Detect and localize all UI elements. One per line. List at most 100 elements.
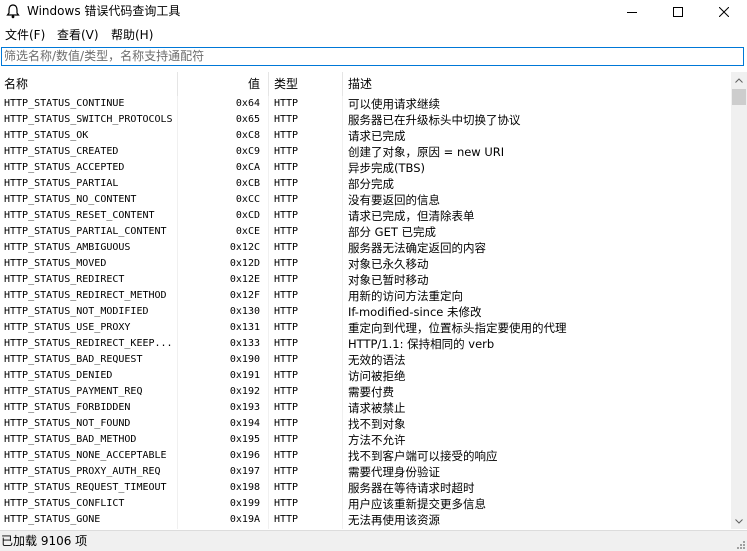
table-row[interactable]: HTTP_STATUS_NO_CONTENT 0xCC HTTP 没有要返回的信息	[0, 192, 731, 208]
cell-description: 请求已完成，但清除表单	[348, 209, 475, 223]
table-row[interactable]: HTTP_STATUS_CONFLICT 0x199 HTTP 用户应该重新提交更多信…	[0, 496, 731, 512]
table-row[interactable]: HTTP_STATUS_ACCEPTED 0xCA HTTP 异步完成(TBS)	[0, 160, 731, 176]
cell-type: HTTP	[274, 370, 299, 381]
cell-description: 用户应该重新提交更多信息	[348, 497, 486, 511]
table-row[interactable]: HTTP_STATUS_PARTIAL 0xCB HTTP 部分完成	[0, 176, 731, 192]
table-row[interactable]: HTTP_STATUS_NOT_FOUND 0x194 HTTP 找不到对象	[0, 416, 731, 432]
cell-type: HTTP	[274, 514, 299, 525]
cell-description: 重定向到代理，位置标头指定要使用的代理	[348, 321, 567, 335]
cell-name: HTTP_STATUS_PROXY_AUTH_REQ	[4, 466, 161, 477]
cell-type: HTTP	[274, 290, 299, 301]
column-header-name[interactable]: 名称	[4, 72, 28, 96]
cell-type: HTTP	[274, 98, 299, 109]
cell-description: 找不到客户端可以接受的响应	[348, 449, 498, 463]
table-row[interactable]: HTTP_STATUS_REDIRECT_KEEP... 0x133 HTTP HTT…	[0, 336, 731, 352]
cell-name: HTTP_STATUS_ACCEPTED	[4, 162, 125, 173]
menu-bar: 文件(F) 查看(V) 帮助(H)	[0, 25, 747, 46]
cell-description: 访问被拒绝	[348, 369, 406, 383]
table-row[interactable]: HTTP_STATUS_CONTINUE 0x64 HTTP 可以使用请求继续	[0, 96, 731, 112]
table-row[interactable]: HTTP_STATUS_REDIRECT_METHOD 0x12F HTTP 用新的访…	[0, 288, 731, 304]
cell-description: 需要付费	[348, 385, 394, 399]
cell-description: HTTP/1.1: 保持相同的 verb	[348, 337, 495, 351]
table-row[interactable]: HTTP_STATUS_AMBIGUOUS 0x12C HTTP 服务器无法确定返回的…	[0, 240, 731, 256]
table-row[interactable]: HTTP_STATUS_SWITCH_PROTOCOLS 0x65 HTTP 服务器已…	[0, 112, 731, 128]
scroll-up-button[interactable]	[731, 72, 747, 88]
menu-file[interactable]: 文件(F)	[5, 27, 45, 43]
resize-grip-icon[interactable]	[735, 539, 745, 549]
minimize-icon	[627, 12, 637, 13]
cell-type: HTTP	[274, 178, 299, 189]
cell-value: 0xCC	[235, 194, 260, 205]
table-row[interactable]: HTTP_STATUS_NOT_MODIFIED 0x130 HTTP If-modi…	[0, 304, 731, 320]
status-bar: 已加载 9106 项	[0, 530, 747, 551]
cell-value: 0x197	[229, 466, 260, 477]
cell-description: 没有要返回的信息	[348, 193, 440, 207]
cell-type: HTTP	[274, 306, 299, 317]
cell-name: HTTP_STATUS_NOT_MODIFIED	[4, 306, 149, 317]
cell-name: HTTP_STATUS_PARTIAL	[4, 178, 119, 189]
cell-type: HTTP	[274, 114, 299, 125]
cell-type: HTTP	[274, 322, 299, 333]
cell-type: HTTP	[274, 418, 299, 429]
filter-input[interactable]	[2, 48, 734, 64]
table-row[interactable]: HTTP_STATUS_MOVED 0x12D HTTP 对象已永久移动	[0, 256, 731, 272]
cell-name: HTTP_STATUS_REDIRECT_KEEP...	[4, 338, 173, 349]
column-header-type[interactable]: 类型	[274, 72, 298, 96]
cell-value: 0x199	[229, 498, 260, 509]
minimize-button[interactable]	[609, 0, 655, 24]
cell-type: HTTP	[274, 354, 299, 365]
cell-value: 0x12E	[229, 274, 260, 285]
cell-name: HTTP_STATUS_DENIED	[4, 370, 113, 381]
table-row[interactable]: HTTP_STATUS_OK 0xC8 HTTP 请求已完成	[0, 128, 731, 144]
cell-value: 0x19A	[229, 514, 260, 525]
table-row[interactable]: HTTP_STATUS_RESET_CONTENT 0xCD HTTP 请求已完成，但…	[0, 208, 731, 224]
menu-view[interactable]: 查看(V)	[57, 27, 99, 43]
column-header-description[interactable]: 描述	[348, 72, 372, 96]
table-row[interactable]: HTTP_STATUS_GONE 0x19A HTTP 无法再使用该资源	[0, 512, 731, 528]
maximize-button[interactable]	[655, 0, 701, 24]
column-divider[interactable]	[268, 72, 269, 96]
cell-description: 请求已完成	[348, 129, 406, 143]
cell-value: 0x192	[229, 386, 260, 397]
table-row[interactable]: HTTP_STATUS_NONE_ACCEPTABLE 0x196 HTTP 找不到客…	[0, 448, 731, 464]
cell-type: HTTP	[274, 242, 299, 253]
table-row[interactable]: HTTP_STATUS_CREATED 0xC9 HTTP 创建了对象，原因 = ne…	[0, 144, 731, 160]
table-row[interactable]: HTTP_STATUS_BAD_REQUEST 0x190 HTTP 无效的语法	[0, 352, 731, 368]
table-row[interactable]: HTTP_STATUS_PROXY_AUTH_REQ 0x197 HTTP 需要代理身…	[0, 464, 731, 480]
error-code-table: 名称 值 类型 描述 HTTP_STATUS_CONTINUE 0x64 HTTP 可…	[0, 72, 731, 529]
column-header-value[interactable]: 值	[180, 72, 260, 96]
table-row[interactable]: HTTP_STATUS_PARTIAL_CONTENT 0xCE HTTP 部分 GE…	[0, 224, 731, 240]
column-divider[interactable]	[342, 72, 343, 96]
table-row[interactable]: HTTP_STATUS_USE_PROXY 0x131 HTTP 重定向到代理，位置标…	[0, 320, 731, 336]
scrollbar-thumb[interactable]	[732, 89, 746, 105]
cell-type: HTTP	[274, 274, 299, 285]
cell-description: If-modified-since 未修改	[348, 305, 482, 319]
cell-type: HTTP	[274, 338, 299, 349]
cell-value: 0x12D	[229, 258, 260, 269]
chevron-up-icon	[735, 77, 743, 83]
cell-name: HTTP_STATUS_NONE_ACCEPTABLE	[4, 450, 167, 461]
cell-value: 0xCD	[235, 210, 260, 221]
menu-help[interactable]: 帮助(H)	[111, 27, 153, 43]
cell-value: 0x196	[229, 450, 260, 461]
cell-type: HTTP	[274, 402, 299, 413]
vertical-scrollbar[interactable]	[731, 72, 747, 529]
close-button[interactable]	[701, 0, 747, 24]
cell-name: HTTP_STATUS_RESET_CONTENT	[4, 210, 155, 221]
cell-name: HTTP_STATUS_REQUEST_TIMEOUT	[4, 482, 167, 493]
cell-type: HTTP	[274, 450, 299, 461]
table-row[interactable]: HTTP_STATUS_FORBIDDEN 0x193 HTTP 请求被禁止	[0, 400, 731, 416]
cell-name: HTTP_STATUS_CONFLICT	[4, 498, 125, 509]
cell-type: HTTP	[274, 466, 299, 477]
cell-description: 无效的语法	[348, 353, 406, 367]
scroll-down-button[interactable]	[731, 513, 747, 529]
table-row[interactable]: HTTP_STATUS_REDIRECT 0x12E HTTP 对象已暂时移动	[0, 272, 731, 288]
table-row[interactable]: HTTP_STATUS_BAD_METHOD 0x195 HTTP 方法不允许	[0, 432, 731, 448]
table-row[interactable]: HTTP_STATUS_REQUEST_TIMEOUT 0x198 HTTP 服务器在…	[0, 480, 731, 496]
title-bar[interactable]: Windows 错误代码查询工具	[0, 0, 747, 24]
table-row[interactable]: HTTP_STATUS_PAYMENT_REQ 0x192 HTTP 需要付费	[0, 384, 731, 400]
column-divider[interactable]	[177, 72, 178, 96]
status-text: 已加载 9106 项	[1, 534, 88, 548]
cell-description: 创建了对象，原因 = new URI	[348, 145, 505, 159]
table-row[interactable]: HTTP_STATUS_DENIED 0x191 HTTP 访问被拒绝	[0, 368, 731, 384]
